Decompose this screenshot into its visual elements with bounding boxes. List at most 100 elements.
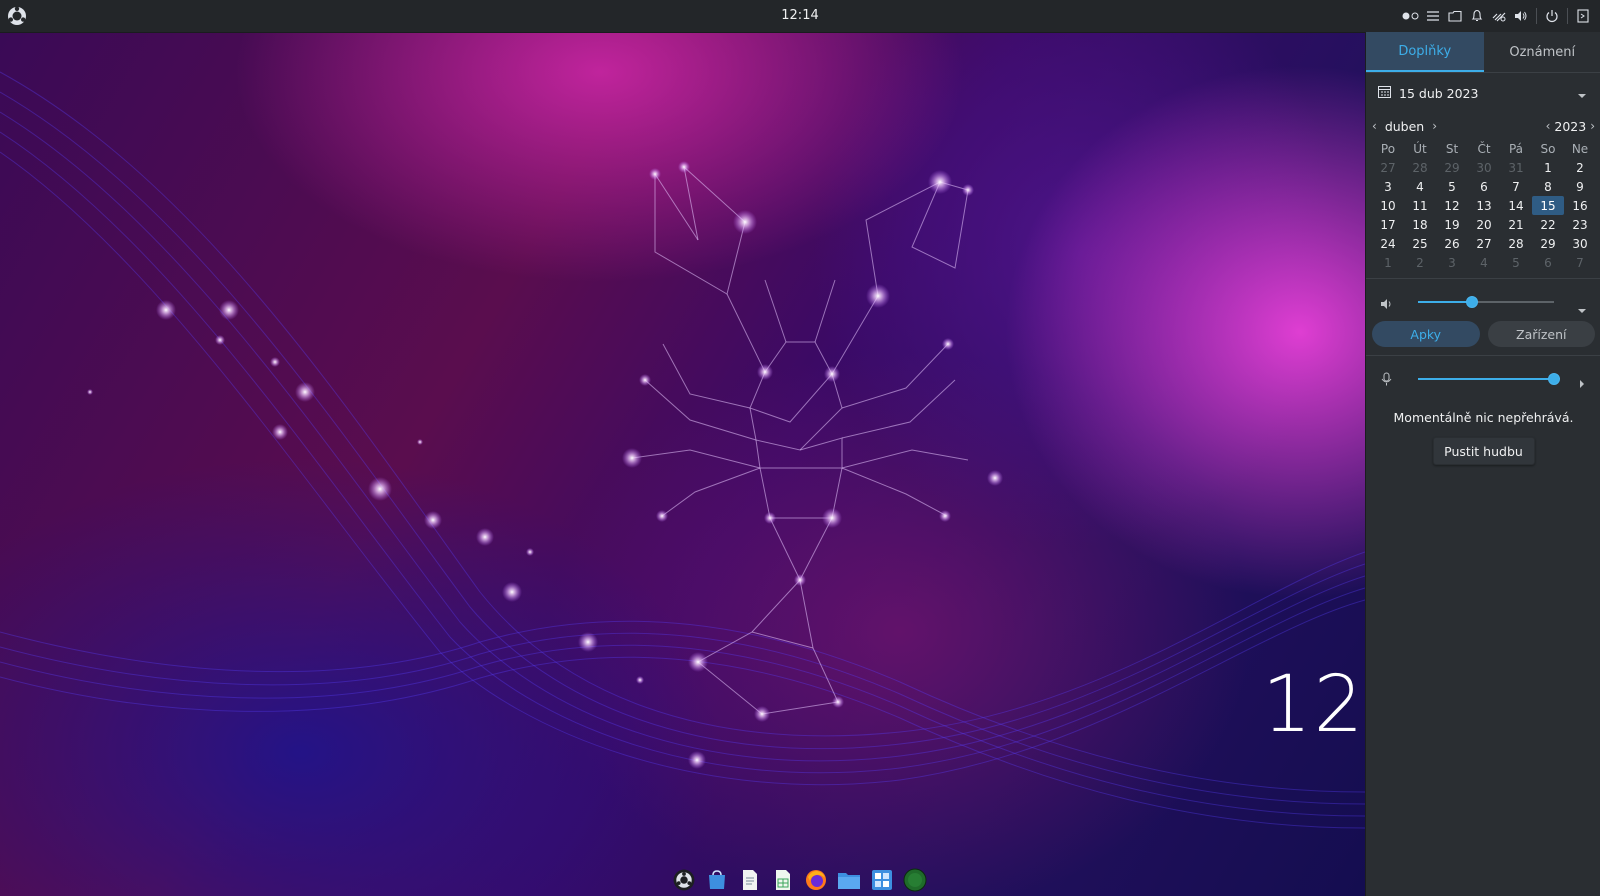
calendar-day[interactable]: 31 [1500, 158, 1532, 177]
calendar-day[interactable]: 3 [1436, 253, 1468, 272]
calendar-day[interactable]: 11 [1404, 196, 1436, 215]
next-year-button[interactable]: › [1590, 119, 1595, 133]
kubuntu-logo-icon[interactable] [7, 6, 27, 26]
calendar-day[interactable]: 30 [1564, 234, 1596, 253]
calendar-day[interactable]: 29 [1436, 158, 1468, 177]
calendar-day[interactable]: 26 [1436, 234, 1468, 253]
calendar-day[interactable]: 8 [1532, 177, 1564, 196]
notifications-icon[interactable] [1466, 0, 1488, 32]
folder-icon[interactable] [1444, 0, 1466, 32]
sidebar-tabs: Doplňky Oznámení [1366, 32, 1600, 73]
media-status: Momentálně nic nepřehrává. [1393, 410, 1574, 425]
output-volume-slider[interactable] [1418, 296, 1554, 308]
calendar-day[interactable]: 5 [1436, 177, 1468, 196]
activity-pager-icon[interactable] [1400, 0, 1422, 32]
calendar-day-today[interactable]: 15 [1532, 196, 1564, 215]
calendar-day[interactable]: 4 [1468, 253, 1500, 272]
apps-button[interactable]: Apky [1372, 321, 1480, 347]
calendar-day[interactable]: 1 [1532, 158, 1564, 177]
weekday-header: St [1445, 141, 1459, 156]
volume-icon[interactable] [1510, 0, 1532, 32]
chevron-down-icon[interactable] [1577, 87, 1587, 102]
firefox-icon[interactable] [804, 868, 828, 892]
calendar-day[interactable]: 10 [1372, 196, 1404, 215]
calendar-day[interactable]: 27 [1468, 234, 1500, 253]
calendar-day[interactable]: 13 [1468, 196, 1500, 215]
year-label[interactable]: 2023 [1554, 119, 1586, 134]
calendar-day[interactable]: 1 [1372, 253, 1404, 272]
calendar-grid: Po Út St Čt Pá So Ne 27 28 29 30 31 1 2 3 4 5 6 7 8 9 10 11 12 1… [1372, 139, 1596, 272]
microphone-row [1366, 362, 1600, 396]
calendar-day[interactable]: 20 [1468, 215, 1500, 234]
system-settings-icon[interactable] [870, 868, 894, 892]
calendar-day[interactable]: 21 [1500, 215, 1532, 234]
tray-divider [1536, 8, 1537, 24]
calendar-day[interactable]: 2 [1564, 158, 1596, 177]
kubuntu-logo-icon[interactable] [672, 868, 696, 892]
calendar-day[interactable]: 27 [1372, 158, 1404, 177]
task-manager-dock [672, 866, 927, 894]
discover-store-icon[interactable] [705, 868, 729, 892]
chevron-down-icon[interactable] [1577, 299, 1587, 318]
calendar-day[interactable]: 6 [1532, 253, 1564, 272]
divider [1366, 278, 1600, 279]
power-icon[interactable] [1541, 0, 1563, 32]
menu-icon[interactable] [1422, 0, 1444, 32]
tab-widgets[interactable]: Doplňky [1366, 32, 1484, 72]
text-editor-icon[interactable] [738, 868, 762, 892]
date-header[interactable]: 15 dub 2023 [1366, 73, 1600, 113]
weekday-header: Ne [1571, 141, 1589, 156]
weekday-header: Čt [1477, 141, 1491, 156]
desktop-clock-widget: 12: [1262, 660, 1365, 750]
calendar-day[interactable]: 6 [1468, 177, 1500, 196]
calendar-day[interactable]: 17 [1372, 215, 1404, 234]
audio-view-switch: Apky Zařízení [1366, 319, 1600, 349]
calendar-day[interactable]: 19 [1436, 215, 1468, 234]
calendar-day[interactable]: 25 [1404, 234, 1436, 253]
weekday-header: Po [1380, 141, 1396, 156]
play-music-button[interactable]: Pustit hudbu [1432, 437, 1535, 465]
next-month-button[interactable]: › [1432, 119, 1437, 133]
system-tray [1400, 0, 1594, 32]
calendar-navigation: ‹ duben › ‹ 2023 › [1366, 113, 1600, 139]
calendar-day[interactable]: 22 [1532, 215, 1564, 234]
calendar-day[interactable]: 12 [1436, 196, 1468, 215]
calendar-day[interactable]: 7 [1564, 253, 1596, 272]
calendar-day[interactable]: 14 [1500, 196, 1532, 215]
tray-divider [1567, 8, 1568, 24]
calendar-day[interactable]: 9 [1564, 177, 1596, 196]
calendar-day[interactable]: 4 [1404, 177, 1436, 196]
calendar-day[interactable]: 28 [1404, 158, 1436, 177]
prev-month-button[interactable]: ‹ [1372, 119, 1377, 133]
calendar-day[interactable]: 2 [1404, 253, 1436, 272]
calendar-day[interactable]: 16 [1564, 196, 1596, 215]
calendar-day[interactable]: 23 [1564, 215, 1596, 234]
prev-year-button[interactable]: ‹ [1546, 119, 1551, 133]
microphone-volume-slider[interactable] [1418, 373, 1560, 385]
month-label[interactable]: duben [1385, 119, 1424, 134]
desktop-wallpaper: 12: [0, 32, 1365, 896]
file-manager-icon[interactable] [837, 868, 861, 892]
tab-notifications[interactable]: Oznámení [1484, 32, 1600, 72]
top-panel: 12:14 [0, 0, 1600, 33]
panel-clock[interactable]: 12:14 [760, 8, 840, 23]
calendar-day[interactable]: 7 [1500, 177, 1532, 196]
calendar-day[interactable]: 5 [1500, 253, 1532, 272]
globe-icon[interactable] [903, 868, 927, 892]
widgets-sidebar: Doplňky Oznámení 15 dub 2023 ‹ duben › ‹… [1365, 32, 1600, 896]
calendar-day[interactable]: 24 [1372, 234, 1404, 253]
devices-button[interactable]: Zařízení [1487, 321, 1595, 347]
microphone-icon [1380, 371, 1394, 390]
calendar-day[interactable]: 30 [1468, 158, 1500, 177]
weekday-header: So [1540, 141, 1556, 156]
speaker-icon [1380, 295, 1394, 314]
output-volume-row [1366, 285, 1600, 319]
calendar-day[interactable]: 29 [1532, 234, 1564, 253]
network-icon[interactable] [1488, 0, 1510, 32]
exit-icon[interactable] [1572, 0, 1594, 32]
calendar-day[interactable]: 18 [1404, 215, 1436, 234]
calendar-day[interactable]: 3 [1372, 177, 1404, 196]
chevron-right-icon[interactable] [1579, 374, 1585, 393]
spreadsheet-icon[interactable] [771, 868, 795, 892]
calendar-day[interactable]: 28 [1500, 234, 1532, 253]
